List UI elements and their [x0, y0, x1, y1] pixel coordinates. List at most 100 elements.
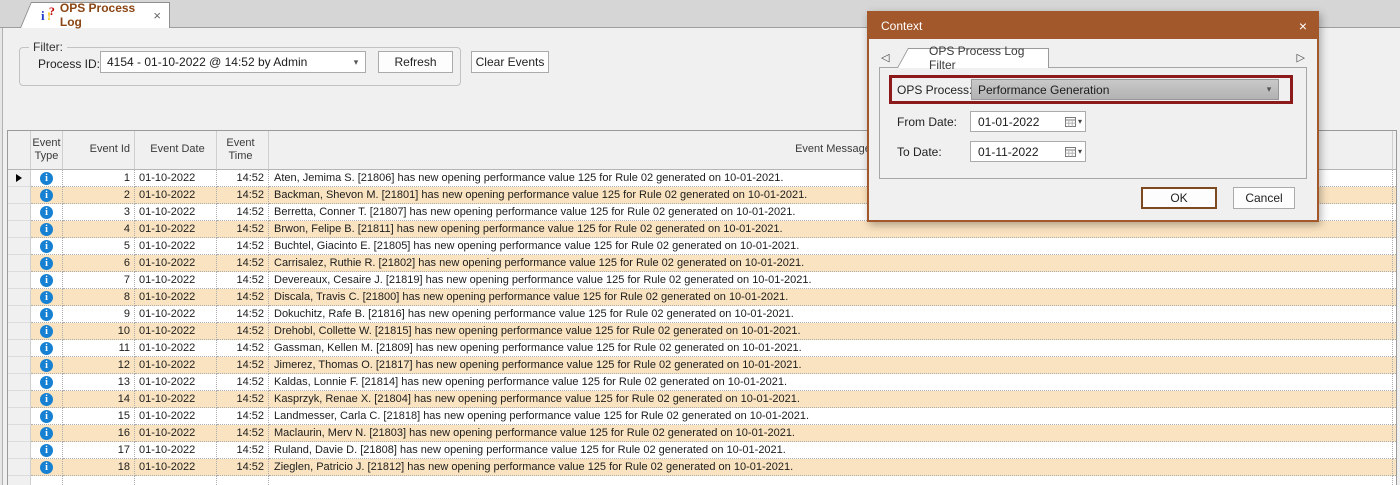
event-date-cell — [135, 476, 217, 485]
row-selector[interactable] — [8, 187, 31, 204]
event-date-cell: 01-10-2022 — [135, 442, 217, 459]
clear-events-button[interactable]: Clear Events — [471, 51, 549, 73]
column-header-event-type[interactable]: Event Type — [31, 131, 63, 170]
ops-process-combobox[interactable]: Performance Generation ▾ — [971, 79, 1279, 100]
row-selector[interactable] — [8, 238, 31, 255]
tab-label: OPS Process Log — [59, 1, 136, 29]
row-selector[interactable] — [8, 425, 31, 442]
date-picker-button[interactable]: ▾ — [1064, 145, 1085, 158]
date-picker-button[interactable]: ▾ — [1064, 115, 1085, 128]
row-selector[interactable] — [8, 306, 31, 323]
table-row[interactable]: i 18 01-10-2022 14:52 Zieglen, Patricio J. [… — [8, 459, 1396, 476]
event-date-cell: 01-10-2022 — [135, 357, 217, 374]
cancel-button[interactable]: Cancel — [1233, 187, 1295, 209]
row-filler — [1393, 255, 1396, 272]
chevron-down-icon: ▾ — [1077, 117, 1082, 126]
event-time-cell: 14:52 — [217, 425, 269, 442]
new-record-row[interactable] — [8, 476, 1396, 485]
row-selector[interactable] — [8, 408, 31, 425]
row-filler — [1393, 238, 1396, 255]
event-message-cell: Discala, Travis C. [21800] has new openi… — [269, 289, 1393, 306]
event-time-cell: 14:52 — [217, 187, 269, 204]
row-selector[interactable] — [8, 255, 31, 272]
event-type-cell: i — [31, 442, 63, 459]
row-filler — [1393, 272, 1396, 289]
event-message-cell: Brwon, Felipe B. [21811] has new opening… — [269, 221, 1393, 238]
event-message-cell: Ruland, Davie D. [21808] has new opening… — [269, 442, 1393, 459]
row-selector[interactable] — [8, 204, 31, 221]
row-selector[interactable] — [8, 459, 31, 476]
column-header-event-id[interactable]: Event Id — [63, 131, 135, 170]
table-row[interactable]: i 10 01-10-2022 14:52 Drehobl, Collette W. [… — [8, 323, 1396, 340]
header-filler — [1393, 131, 1396, 170]
chevron-down-icon: ▾ — [1077, 147, 1082, 156]
tab-ops-process-log-filter[interactable]: OPS Process Log Filter — [897, 44, 1049, 72]
to-date-field[interactable]: 01-11-2022 ▾ — [970, 141, 1086, 162]
table-row[interactable]: i 4 01-10-2022 14:52 Brwon, Felipe B. [21811… — [8, 221, 1396, 238]
row-selector[interactable] — [8, 374, 31, 391]
info-icon: i — [40, 392, 53, 406]
row-selector[interactable] — [8, 221, 31, 238]
event-type-cell: i — [31, 357, 63, 374]
event-id-cell: 7 — [63, 272, 135, 289]
table-row[interactable]: i 5 01-10-2022 14:52 Buchtel, Giacinto E. [2… — [8, 238, 1396, 255]
event-type-cell: i — [31, 289, 63, 306]
event-message-cell: Zieglen, Patricio J. [21812] has new ope… — [269, 459, 1393, 476]
process-id-label: Process ID: — [38, 57, 101, 71]
from-date-field[interactable]: 01-01-2022 ▾ — [970, 111, 1086, 132]
row-filler — [1393, 306, 1396, 323]
event-id-cell: 1 — [63, 170, 135, 187]
event-date-cell: 01-10-2022 — [135, 391, 217, 408]
table-row[interactable]: i 15 01-10-2022 14:52 Landmesser, Carla C. [… — [8, 408, 1396, 425]
column-header-event-date[interactable]: Event Date — [135, 131, 217, 170]
chevron-down-icon[interactable]: ▾ — [347, 57, 365, 68]
table-row[interactable]: i 8 01-10-2022 14:52 Discala, Travis C. [218… — [8, 289, 1396, 306]
tab-ops-process-log[interactable]: i!? OPS Process Log × — [20, 1, 170, 29]
table-row[interactable]: i 9 01-10-2022 14:52 Dokuchitz, Rafe B. [218… — [8, 306, 1396, 323]
table-row[interactable]: i 6 01-10-2022 14:52 Carrisalez, Ruthie R. [… — [8, 255, 1396, 272]
process-id-combobox[interactable]: 4154 - 01-10-2022 @ 14:52 by Admin ▾ — [100, 51, 366, 73]
tab-scroll-right-icon[interactable]: ▷ — [1297, 51, 1305, 64]
table-row[interactable]: i 7 01-10-2022 14:52 Devereaux, Cesaire J. [… — [8, 272, 1396, 289]
event-id-cell: 2 — [63, 187, 135, 204]
event-message-cell: Kasprzyk, Renae X. [21804] has new openi… — [269, 391, 1393, 408]
row-filler — [1393, 187, 1396, 204]
table-row[interactable]: i 16 01-10-2022 14:52 Maclaurin, Merv N. [21… — [8, 425, 1396, 442]
event-date-cell: 01-10-2022 — [135, 238, 217, 255]
row-selector[interactable] — [8, 170, 31, 187]
event-message-cell: Kaldas, Lonnie F. [21814] has new openin… — [269, 374, 1393, 391]
info-icon: i — [40, 460, 53, 474]
refresh-button[interactable]: Refresh — [378, 51, 453, 73]
column-header-event-time[interactable]: Event Time — [217, 131, 269, 170]
event-time-cell: 14:52 — [217, 170, 269, 187]
table-row[interactable]: i 17 01-10-2022 14:52 Ruland, Davie D. [2180… — [8, 442, 1396, 459]
chevron-down-icon[interactable]: ▾ — [1260, 84, 1278, 95]
event-date-cell: 01-10-2022 — [135, 170, 217, 187]
row-selector[interactable] — [8, 391, 31, 408]
row-selector[interactable] — [8, 442, 31, 459]
row-filler — [1393, 357, 1396, 374]
event-message-cell: Dokuchitz, Rafe B. [21816] has new openi… — [269, 306, 1393, 323]
tab-close-icon[interactable]: × — [153, 9, 161, 22]
table-row[interactable]: i 13 01-10-2022 14:52 Kaldas, Lonnie F. [218… — [8, 374, 1396, 391]
info-icon: i — [40, 273, 53, 287]
dialog-title-bar[interactable]: Context × — [869, 13, 1317, 39]
event-time-cell: 14:52 — [217, 357, 269, 374]
ok-button[interactable]: OK — [1141, 187, 1217, 209]
table-row[interactable]: i 14 01-10-2022 14:52 Kasprzyk, Renae X. [21… — [8, 391, 1396, 408]
table-row[interactable]: i 11 01-10-2022 14:52 Gassman, Kellen M. [21… — [8, 340, 1396, 357]
tab-scroll-left-icon[interactable]: ◁ — [881, 51, 889, 64]
row-selector[interactable] — [8, 323, 31, 340]
row-selector[interactable] — [8, 289, 31, 306]
dialog-close-icon[interactable]: × — [1299, 19, 1307, 33]
info-icon: i — [40, 307, 53, 321]
info-icon: i — [40, 290, 53, 304]
info-icon: i — [40, 426, 53, 440]
event-id-cell: 3 — [63, 204, 135, 221]
row-selector[interactable] — [8, 272, 31, 289]
row-selector[interactable] — [8, 476, 31, 485]
row-selector[interactable] — [8, 357, 31, 374]
row-selector[interactable] — [8, 340, 31, 357]
table-row[interactable]: i 12 01-10-2022 14:52 Jimerez, Thomas O. [21… — [8, 357, 1396, 374]
event-id-cell: 8 — [63, 289, 135, 306]
